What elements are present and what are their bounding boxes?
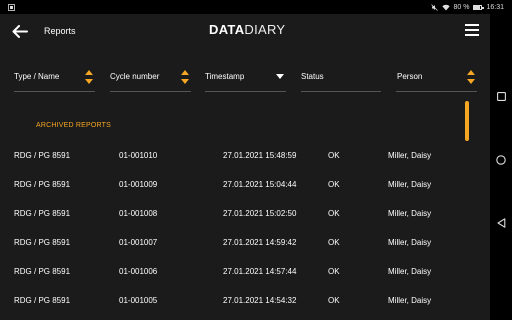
battery-fill	[474, 5, 481, 9]
mute-icon	[430, 3, 438, 11]
table-row[interactable]: RDG / PG 8591 01-001010 27.01.2021 15:48…	[0, 140, 490, 169]
cell-cycle: 01-001009	[119, 180, 158, 189]
sort-icon	[85, 68, 93, 86]
square-icon	[496, 91, 506, 101]
home-button[interactable]	[495, 154, 507, 166]
column-label-timestamp: Timestamp	[205, 72, 245, 81]
column-headers: Type / Name Cycle number Timestamp Statu…	[0, 64, 490, 104]
table-row[interactable]: RDG / PG 8591 01-001006 27.01.2021 14:57…	[0, 256, 490, 285]
cell-type: RDG / PG 8591	[14, 267, 71, 276]
scrollbar-thumb[interactable]	[465, 101, 469, 141]
logo-light-text: DIARY	[244, 22, 286, 37]
column-header-type[interactable]: Type / Name	[14, 68, 95, 92]
sort-desc-icon	[276, 68, 284, 86]
cell-status: OK	[328, 267, 340, 276]
cell-cycle: 01-001008	[119, 209, 158, 218]
cell-status: OK	[328, 151, 340, 160]
cell-type: RDG / PG 8591	[14, 296, 71, 305]
cell-status: OK	[328, 209, 340, 218]
logo-bold-text: DATA	[209, 22, 245, 37]
status-right: 80 % 16:31	[430, 3, 504, 11]
report-list: RDG / PG 8591 01-001010 27.01.2021 15:48…	[0, 140, 490, 314]
cell-person: Miller, Daisy	[388, 151, 432, 160]
status-left	[8, 3, 15, 11]
table-row[interactable]: RDG / PG 8591 01-001009 27.01.2021 15:04…	[0, 169, 490, 198]
cell-person: Miller, Daisy	[388, 180, 432, 189]
system-back-button[interactable]	[495, 217, 507, 229]
cell-type: RDG / PG 8591	[14, 180, 71, 189]
column-label-status: Status	[301, 72, 324, 81]
cell-cycle: 01-001006	[119, 267, 158, 276]
cell-timestamp: 27.01.2021 14:54:32	[223, 296, 297, 305]
column-header-person[interactable]: Person	[396, 68, 477, 92]
column-label-type: Type / Name	[14, 72, 60, 81]
cell-person: Miller, Daisy	[388, 267, 432, 276]
status-bar: 80 % 16:31	[0, 0, 512, 14]
hamburger-menu-icon	[465, 24, 479, 26]
menu-button[interactable]	[465, 24, 479, 36]
cell-timestamp: 27.01.2021 15:02:50	[223, 209, 297, 218]
column-header-cycle[interactable]: Cycle number	[110, 68, 191, 92]
cell-status: OK	[328, 296, 340, 305]
cell-cycle: 01-001010	[119, 151, 158, 160]
column-header-timestamp[interactable]: Timestamp	[205, 68, 286, 92]
triangle-back-icon	[496, 218, 505, 228]
column-header-status[interactable]: Status	[301, 68, 381, 92]
cell-type: RDG / PG 8591	[14, 151, 71, 160]
cell-cycle: 01-001005	[119, 296, 158, 305]
table-row[interactable]: RDG / PG 8591 01-001005 27.01.2021 14:54…	[0, 285, 490, 314]
cell-timestamp: 27.01.2021 15:48:59	[223, 151, 297, 160]
column-label-cycle: Cycle number	[110, 72, 160, 81]
sort-icon	[181, 68, 189, 86]
cell-person: Miller, Daisy	[388, 238, 432, 247]
cell-person: Miller, Daisy	[388, 209, 432, 218]
cell-type: RDG / PG 8591	[14, 238, 71, 247]
cell-timestamp: 27.01.2021 14:59:42	[223, 238, 297, 247]
recent-apps-button[interactable]	[495, 90, 507, 102]
page-title: Reports	[44, 26, 76, 36]
back-button[interactable]	[10, 22, 30, 40]
circle-icon	[496, 155, 506, 165]
hamburger-menu-line	[465, 29, 479, 31]
arrow-left-icon	[12, 24, 28, 38]
battery-percent: 80 %	[453, 3, 470, 11]
cell-status: OK	[328, 180, 340, 189]
cell-timestamp: 27.01.2021 15:04:44	[223, 180, 297, 189]
system-nav-bar	[490, 14, 512, 320]
cell-cycle: 01-001007	[119, 238, 158, 247]
app-window: Reports DATADIARY Type / Name Cycle numb…	[0, 14, 490, 320]
app-header: Reports DATADIARY	[0, 14, 490, 48]
app-logo: DATADIARY	[209, 22, 285, 37]
cell-person: Miller, Daisy	[388, 296, 432, 305]
battery-icon	[473, 4, 485, 10]
hamburger-menu-line	[465, 34, 479, 36]
screenshot-icon	[8, 3, 15, 11]
status-time: 16:31	[486, 3, 504, 11]
cell-status: OK	[328, 238, 340, 247]
wifi-icon	[441, 4, 450, 10]
column-label-person: Person	[397, 72, 423, 81]
cell-type: RDG / PG 8591	[14, 209, 71, 218]
table-row[interactable]: RDG / PG 8591 01-001007 27.01.2021 14:59…	[0, 227, 490, 256]
section-archived-reports: ARCHIVED REPORTS	[36, 122, 112, 129]
sort-icon	[467, 68, 475, 86]
table-row[interactable]: RDG / PG 8591 01-001008 27.01.2021 15:02…	[0, 198, 490, 227]
cell-timestamp: 27.01.2021 14:57:44	[223, 267, 297, 276]
